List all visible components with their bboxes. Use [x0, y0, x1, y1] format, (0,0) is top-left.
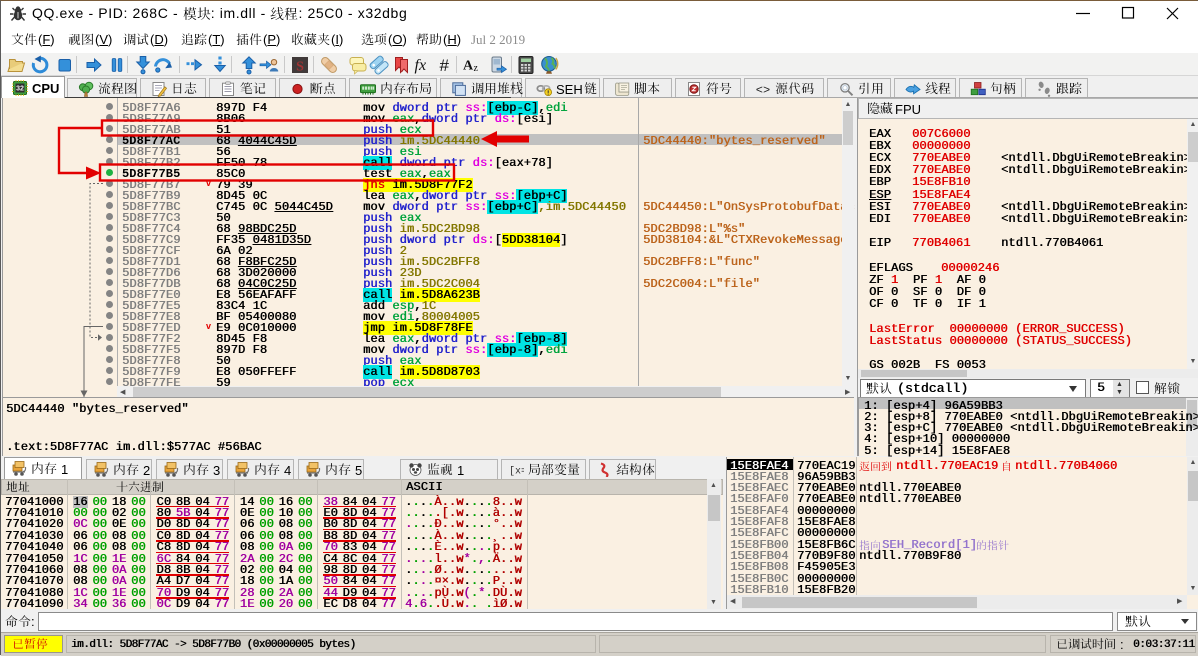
- svg-text:[x=]: [x=]: [509, 466, 524, 478]
- svg-text:S: S: [296, 60, 304, 75]
- svg-text:32: 32: [16, 86, 24, 93]
- svg-text:#: #: [440, 56, 450, 75]
- svg-text:fx: fx: [415, 57, 427, 74]
- svg-text:<>: <>: [756, 84, 770, 98]
- svg-text:A: A: [463, 59, 474, 74]
- svg-text:z: z: [474, 63, 479, 74]
